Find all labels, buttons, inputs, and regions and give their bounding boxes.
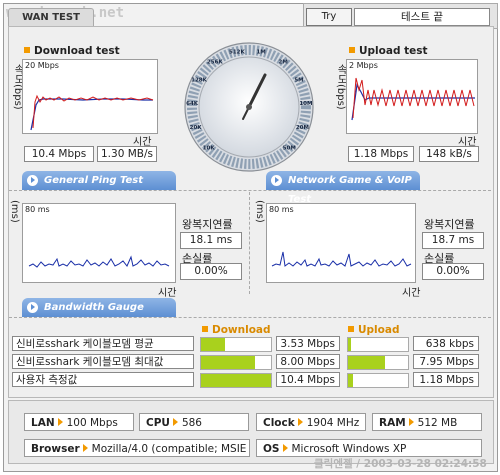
wan-test-tab: WAN TEST (8, 8, 94, 26)
dial-tick-label: 512K (229, 49, 245, 55)
download-line-blue (30, 98, 153, 131)
download-chart-svg (30, 94, 154, 131)
game-latency-label: 왕복지연률 (424, 218, 475, 231)
game-y-label: (ms) (254, 200, 265, 223)
ping-section-bar: General Ping Test (22, 171, 176, 190)
download-gauge-value: 8.00 Mbps (276, 354, 340, 369)
upload-gauge-value: 1.18 Mbps (413, 372, 479, 387)
download-mbs: 1.30 MB/s (97, 146, 157, 162)
dial-tick-label: 5M (294, 78, 303, 84)
ping-y-label: (ms) (9, 200, 20, 223)
dial-tick-label: 1M (256, 49, 265, 55)
ping-line (28, 255, 170, 268)
upload-kbs: 148 kB/s (419, 146, 479, 162)
game-chart-svg (271, 251, 412, 267)
dial-tick-label: 50M (283, 145, 296, 151)
dial-tick-label: 20K (190, 125, 203, 131)
dial-hub (246, 104, 252, 110)
footer-stamp: 클릭엔젤 / 2003-03-28 02:24:58 (314, 458, 487, 470)
ping-chart-svg (28, 255, 170, 268)
divider (9, 190, 491, 191)
game-chart (266, 203, 416, 283)
ping-loss-value: 0.00% (180, 263, 242, 280)
download-gauge-value: 3.53 Mbps (276, 336, 340, 351)
upload-gauge-bar (347, 355, 409, 370)
upload-gauge-fill (348, 374, 353, 387)
dial-tick-label: 64K (186, 101, 199, 107)
vertical-divider (249, 192, 250, 294)
browser-info: Browser Mozilla/4.0 (compatible; MSIE 6.0 (24, 439, 250, 457)
gauge-row-label: 사용자 측정값 (12, 372, 194, 387)
ping-latency-label: 왕복지연률 (182, 218, 233, 231)
upload-chart (346, 59, 478, 134)
dial-tick-label: 2M (279, 59, 288, 65)
dial-tick-label: 128K (191, 78, 207, 84)
status-text: 테스트 끝 (401, 11, 443, 23)
gauge-divider (9, 317, 491, 318)
tab-title: WAN TEST (22, 12, 80, 23)
speed-dial: 10K 20K 64K 128K 256K 512K 1M 2M 5M 10M 20M 50M (183, 41, 315, 173)
cpu-info: CPU 586 (139, 413, 249, 431)
upload-gauge-value: 7.95 Mbps (413, 354, 479, 369)
ping-latency-value: 18.1 ms (180, 232, 242, 249)
upload-scale: 2 Mbps (349, 61, 378, 70)
gauge-row-label: 신비로sshark 케이블모뎀 최대값 (12, 354, 194, 369)
upload-title: Upload test (349, 45, 428, 57)
download-scale: 20 Mbps (25, 61, 59, 70)
upload-gauge-value: 638 kbps (413, 336, 479, 351)
os-info: OS Microsoft Windows XP (256, 439, 482, 457)
game-scale: 80 ms (269, 205, 294, 214)
download-title: Download test (24, 45, 120, 57)
lan-info: LAN 100 Mbps (24, 413, 134, 431)
download-gauge-bar (200, 373, 272, 388)
try-again-button[interactable]: Try again (306, 8, 352, 38)
game-line (271, 251, 412, 267)
ram-info: RAM 512 MB (372, 413, 482, 431)
download-gauge-bar (200, 337, 272, 352)
clock-info: Clock 1904 MHz (256, 413, 366, 431)
gauge-row-label: 신비로sshark 케이블모뎀 평균 (12, 336, 194, 351)
download-mbps: 10.4 Mbps (24, 146, 94, 162)
game-x-label: 시간 (402, 288, 421, 299)
upload-gauge-fill (348, 356, 385, 369)
gauge-download-header: Download (202, 324, 271, 336)
download-gauge-fill (201, 374, 271, 387)
dial-tick-label: 10M (299, 101, 312, 107)
download-line-red (32, 94, 154, 129)
dial-tick-label: 20M (296, 125, 309, 131)
upload-gauge-bar (347, 337, 409, 352)
ping-chart (22, 203, 176, 283)
status-field: 테스트 끝 (354, 8, 490, 26)
download-gauge-fill (201, 338, 225, 351)
download-gauge-fill (201, 356, 255, 369)
download-chart (22, 59, 158, 134)
gauge-section-bar: Bandwidth Gauge (22, 298, 176, 317)
upload-chart-svg (351, 77, 475, 121)
dial-tick-label: 256K (207, 59, 223, 65)
ping-scale: 80 ms (25, 205, 50, 214)
ping-x-label: 시간 (158, 288, 177, 299)
gauge-upload-header: Upload (348, 324, 399, 336)
game-latency-value: 18.7 ms (422, 232, 484, 249)
dial-tick-label: 10K (203, 145, 216, 151)
upload-gauge-fill (348, 338, 351, 351)
game-section-bar: Network Game & VoIP Test (266, 171, 420, 205)
upload-gauge-bar (347, 373, 409, 388)
game-loss-value: 0.00% (422, 263, 484, 280)
download-gauge-bar (200, 355, 272, 370)
upload-mbps: 1.18 Mbps (348, 146, 414, 162)
download-gauge-value: 10.4 Mbps (276, 372, 340, 387)
